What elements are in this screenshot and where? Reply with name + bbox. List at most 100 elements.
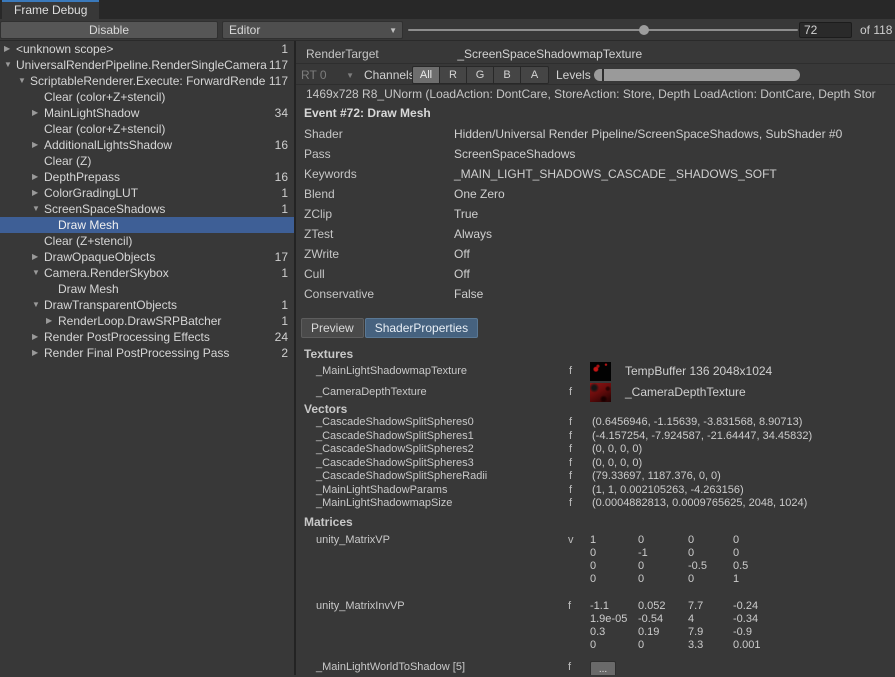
tree-item[interactable]: Clear (Z)	[0, 153, 294, 169]
vector-row: _MainLightShadowmapSizef(0.0004882813, 0…	[296, 497, 895, 511]
chevron-expanded-icon[interactable]: ▼	[18, 73, 30, 89]
target-dropdown[interactable]: Editor ▼	[222, 21, 403, 39]
chevron-expanded-icon[interactable]: ▼	[4, 57, 16, 73]
chevron-expanded-icon[interactable]: ▼	[32, 297, 44, 313]
tree-item-label: Camera.RenderSkybox	[44, 266, 169, 280]
event-count: 24	[275, 329, 288, 345]
property-type: f	[569, 484, 572, 498]
tab-frame-debug[interactable]: Frame Debug	[2, 0, 99, 19]
matrix-row: unity_MatrixVPv10000-10000-0.50.50001	[296, 534, 895, 586]
depth-thumbnail[interactable]	[590, 383, 611, 402]
matrix-cell: -1.1	[590, 600, 638, 613]
tree-item[interactable]: ▶AdditionalLightsShadow16	[0, 137, 294, 153]
chevron-collapsed-icon[interactable]: ▶	[32, 345, 44, 361]
chevron-expanded-icon[interactable]: ▼	[32, 265, 44, 281]
tree-item[interactable]: ▶DrawOpaqueObjects17	[0, 249, 294, 265]
tree-item[interactable]: ▼ScreenSpaceShadows1	[0, 201, 294, 217]
tree-item[interactable]: Clear (Z+stencil)	[0, 233, 294, 249]
property-label: ZClip	[304, 204, 454, 224]
event-count: 117	[269, 57, 288, 73]
property-value: ScreenSpaceShadows	[454, 147, 575, 161]
shadowmap-thumbnail[interactable]	[590, 362, 611, 381]
channel-button-r[interactable]: R	[440, 67, 467, 83]
property-type: f	[569, 430, 572, 444]
matrix-cell: 1.9e-05	[590, 613, 638, 626]
tree-item[interactable]: ▶DepthPrepass16	[0, 169, 294, 185]
chevron-collapsed-icon[interactable]: ▶	[32, 105, 44, 121]
tree-item[interactable]: ▼Camera.RenderSkybox1	[0, 265, 294, 281]
channel-button-all[interactable]: All	[413, 67, 440, 83]
tree-item[interactable]: Draw Mesh	[0, 281, 294, 297]
levels-range[interactable]	[604, 69, 792, 81]
chevron-collapsed-icon[interactable]: ▶	[32, 169, 44, 185]
event-property-row: ShaderHidden/Universal Render Pipeline/S…	[296, 124, 895, 144]
vector-value: (0.6456946, -1.15639, -3.831568, 8.90713…	[592, 416, 802, 430]
channel-button-b[interactable]: B	[494, 67, 521, 83]
chevron-collapsed-icon[interactable]: ▶	[4, 41, 16, 57]
matrices-rows: unity_MatrixVPv10000-10000-0.50.50001uni…	[296, 534, 895, 676]
event-property-row: ZTestAlways	[296, 224, 895, 244]
matrix-cell: 0.052	[638, 600, 688, 613]
tree-item[interactable]: Clear (color+Z+stencil)	[0, 89, 294, 105]
property-type: f	[569, 382, 572, 403]
property-type: f	[569, 457, 572, 471]
property-label: Conservative	[304, 284, 454, 304]
expand-matrix-array-button[interactable]: ...	[590, 661, 616, 676]
texture-name: _MainLightShadowmapTexture	[316, 361, 467, 382]
event-count: 1	[281, 297, 288, 313]
main-split: ▶<unknown scope>1▼UniversalRenderPipelin…	[0, 41, 895, 675]
tree-item[interactable]: ▶Render Final PostProcessing Pass2	[0, 345, 294, 361]
rt-index-dropdown[interactable]: RT 0 ▼	[301, 67, 359, 83]
matrix-cell: 0	[590, 639, 638, 652]
tree-item[interactable]: ▶RenderLoop.DrawSRPBatcher1	[0, 313, 294, 329]
property-value: Always	[454, 227, 492, 241]
chevron-collapsed-icon[interactable]: ▶	[32, 137, 44, 153]
event-property-row: BlendOne Zero	[296, 184, 895, 204]
channel-button-g[interactable]: G	[467, 67, 494, 83]
chevron-collapsed-icon[interactable]: ▶	[46, 313, 58, 329]
matrix-cell: 0.001	[733, 639, 793, 652]
levels-slider[interactable]	[594, 69, 800, 81]
matrix-cell: 0	[590, 547, 638, 560]
slider-handle[interactable]	[639, 25, 649, 35]
vector-value: (79.33697, 1187.376, 0, 0)	[592, 470, 721, 484]
property-type: f	[568, 600, 571, 613]
tree-item-label: DepthPrepass	[44, 170, 120, 184]
chevron-expanded-icon[interactable]: ▼	[32, 201, 44, 217]
event-slider[interactable]	[408, 21, 798, 39]
matrix-cell: 0	[638, 534, 688, 547]
property-value: Hidden/Universal Render Pipeline/ScreenS…	[454, 127, 842, 141]
tree-item[interactable]: ▶Render PostProcessing Effects24	[0, 329, 294, 345]
event-count: 1	[281, 185, 288, 201]
tree-item[interactable]: ▶<unknown scope>1	[0, 41, 294, 57]
vector-name: _MainLightShadowParams	[316, 484, 447, 498]
tree-item[interactable]: ▶ColorGradingLUT1	[0, 185, 294, 201]
levels-min-handle[interactable]	[594, 69, 602, 81]
disable-button[interactable]: Disable	[0, 21, 218, 39]
event-property-row: PassScreenSpaceShadows	[296, 144, 895, 164]
matrix-cell: 3.3	[688, 639, 733, 652]
target-dropdown-label: Editor	[229, 23, 260, 37]
tree-item[interactable]: Clear (color+Z+stencil)	[0, 121, 294, 137]
vector-row: _CascadeShadowSplitSpheres0f(0.6456946, …	[296, 416, 895, 430]
chevron-collapsed-icon[interactable]: ▶	[32, 249, 44, 265]
tab-preview[interactable]: Preview	[301, 318, 364, 338]
event-count: 1	[281, 41, 288, 57]
vector-value: (0, 0, 0, 0)	[592, 457, 642, 471]
chevron-collapsed-icon[interactable]: ▶	[32, 329, 44, 345]
slider-track[interactable]	[408, 29, 798, 31]
tree-item[interactable]: ▼ScriptableRenderer.Execute: ForwardRend…	[0, 73, 294, 89]
event-number-input[interactable]	[799, 22, 852, 38]
tree-item-label: RenderLoop.DrawSRPBatcher	[58, 314, 221, 328]
tab-shaderproperties[interactable]: ShaderProperties	[365, 318, 478, 338]
property-type: v	[568, 534, 574, 547]
tree-item-label: DrawTransparentObjects	[44, 298, 177, 312]
tree-item[interactable]: ▼UniversalRenderPipeline.RenderSingleCam…	[0, 57, 294, 73]
tree-item[interactable]: ▼DrawTransparentObjects 1	[0, 297, 294, 313]
tree-item[interactable]: Draw Mesh	[0, 217, 294, 233]
levels-max-handle[interactable]	[792, 69, 800, 81]
channel-button-a[interactable]: A	[521, 67, 548, 83]
property-label: Shader	[304, 124, 454, 144]
chevron-collapsed-icon[interactable]: ▶	[32, 185, 44, 201]
tree-item[interactable]: ▶MainLightShadow34	[0, 105, 294, 121]
